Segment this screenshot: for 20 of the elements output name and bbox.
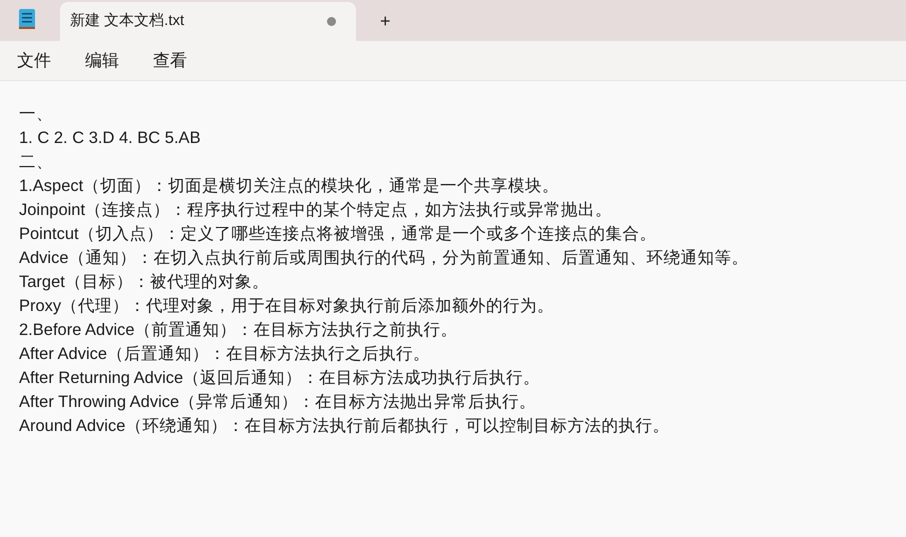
text-line: 1.Aspect（切面）：切面是横切关注点的模块化，通常是一个共享模块。 (19, 176, 560, 197)
text-line: After Throwing Advice（异常后通知）：在目标方法抛出异常后执行。 (19, 392, 536, 413)
text-line: Joinpoint（连接点）：程序执行过程中的某个特定点，如方法执行或异常抛出。 (19, 200, 612, 221)
notepad-icon (18, 8, 36, 30)
text-line: After Returning Advice（返回后通知）：在目标方法成功执行后执行。 (19, 368, 540, 389)
text-line: Around Advice（环绕通知）：在目标方法执行前后都执行，可以控制目标方法的执行。 (19, 416, 670, 437)
new-tab-button[interactable]: + (376, 9, 395, 33)
menu-item[interactable]: 查看 (142, 44, 198, 78)
text-line: Proxy（代理）：代理对象，用于在目标对象执行前后添加额外的行为。 (19, 296, 554, 317)
text-line: After Advice（后置通知）：在目标方法执行之后执行。 (19, 344, 430, 365)
menu-item[interactable]: 编辑 (74, 44, 130, 78)
text-line: Advice（通知）：在切入点执行前后或周围执行的代码，分为前置通知、后置通知、环绕通知等。 (19, 248, 749, 269)
text-line: Target（目标）：被代理的对象。 (19, 272, 269, 293)
menu-item[interactable]: 文件 (6, 44, 62, 78)
text-line: 1. C 2. C 3.D 4. BC 5.AB (19, 128, 201, 149)
text-line: Pointcut（切入点）：定义了哪些连接点将被增强，通常是一个或多个连接点的集合。 (19, 224, 657, 245)
text-line: 二、 (19, 152, 53, 173)
text-line: 一、 (19, 104, 53, 125)
file-tab[interactable]: 新建 文本文档.txt (60, 2, 356, 41)
text-line: 2.Before Advice（前置通知）：在目标方法执行之前执行。 (19, 320, 458, 341)
